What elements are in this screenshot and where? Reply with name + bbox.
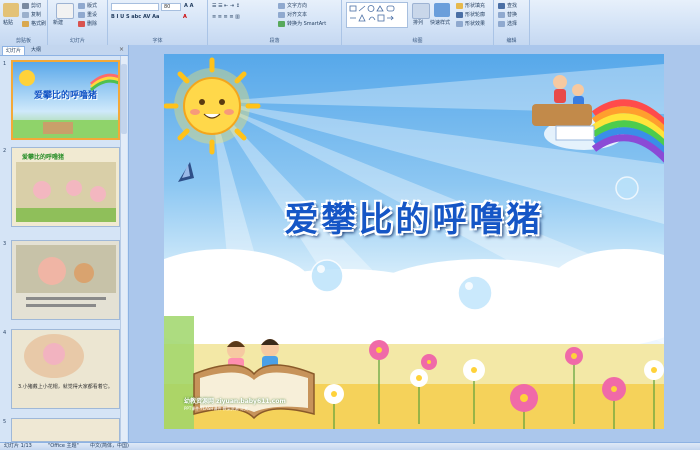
slides-label: 幻灯片 bbox=[69, 38, 85, 44]
align-text-button[interactable]: 对齐文本 bbox=[278, 11, 307, 18]
slide-canvas[interactable]: 爱攀比的呼噜猪 幼教资源网 ziyuan.baby611.com PPT课件·F… bbox=[164, 54, 664, 429]
shapes-gallery[interactable] bbox=[346, 2, 408, 28]
clipboard-group: 粘贴 剪切 复制 格式刷 剪贴板 bbox=[0, 0, 48, 45]
find-icon bbox=[498, 2, 505, 9]
cut-button[interactable]: 剪切 bbox=[22, 2, 41, 9]
thumb-4-art bbox=[24, 334, 84, 378]
thumb-number: 2 bbox=[3, 148, 7, 154]
reset-icon bbox=[78, 11, 85, 18]
format-painter-button[interactable]: 格式刷 bbox=[22, 20, 46, 27]
font-color-icon[interactable]: A bbox=[183, 14, 187, 20]
quick-styles-icon[interactable] bbox=[434, 3, 450, 17]
close-icon[interactable]: × bbox=[119, 46, 124, 53]
quick-styles-button[interactable]: 快速样式 bbox=[430, 19, 450, 26]
effects-icon bbox=[456, 20, 463, 27]
font-size-combo[interactable]: 80 bbox=[161, 3, 181, 11]
copy-button[interactable]: 复制 bbox=[22, 11, 41, 18]
thumb-number: 5 bbox=[3, 419, 7, 425]
shape-effects-button[interactable]: 形状效果 bbox=[456, 20, 485, 27]
delete-icon bbox=[78, 20, 85, 27]
font-label: 字体 bbox=[152, 38, 163, 44]
smartart-icon bbox=[278, 20, 285, 27]
text-direction-icon bbox=[278, 2, 285, 9]
paragraph-label: 段落 bbox=[269, 38, 280, 44]
font-group: 80 A A B I U S abc AV Aa A 字体 bbox=[108, 0, 208, 45]
reset-button[interactable]: 重设 bbox=[78, 11, 97, 18]
smartart-button[interactable]: 转换为 SmartArt bbox=[278, 20, 326, 27]
fill-icon bbox=[456, 2, 463, 9]
new-slide-icon[interactable] bbox=[56, 3, 74, 19]
editing-label: 编辑 bbox=[506, 38, 517, 44]
slides-group: 新建 版式 重设 删除 幻灯片 bbox=[48, 0, 108, 45]
slide-thumb-3[interactable] bbox=[11, 240, 120, 320]
drawing-label: 绘图 bbox=[412, 38, 423, 44]
paragraph-group: ☰ ☰ ⇤ ⇥ ↕ ≡ ≡ ≡ ≡ ▥ 文字方向 对齐文本 转换为 SmartA… bbox=[208, 0, 342, 45]
find-button[interactable]: 查找 bbox=[498, 2, 517, 9]
tab-slides[interactable]: 幻灯片 bbox=[2, 46, 26, 55]
layout-icon bbox=[78, 2, 85, 9]
scissors-icon bbox=[22, 2, 29, 9]
tab-outline[interactable]: 大纲 bbox=[28, 46, 44, 54]
shape-fill-button[interactable]: 形状填充 bbox=[456, 2, 485, 9]
arrange-icon[interactable] bbox=[412, 3, 430, 19]
clipboard-label: 剪贴板 bbox=[15, 38, 31, 44]
thumb-1-title: 爱攀比的呼噜猪 bbox=[33, 91, 97, 101]
thumb-3-art bbox=[16, 245, 116, 307]
paste-icon[interactable] bbox=[3, 3, 19, 17]
thumbnail-scrollbar[interactable] bbox=[120, 56, 127, 441]
font-style-buttons[interactable]: B I U S abc AV Aa bbox=[111, 14, 159, 20]
replace-button[interactable]: 替换 bbox=[498, 11, 517, 18]
slide-thumb-5[interactable] bbox=[11, 418, 120, 442]
drawing-group: 排列 快速样式 形状填充 形状轮廓 形状效果 绘图 bbox=[342, 0, 494, 45]
arrange-button[interactable]: 排列 bbox=[413, 19, 423, 26]
sun-icon bbox=[164, 57, 261, 155]
editing-group: 查找 替换 选择 编辑 bbox=[494, 0, 530, 45]
paste-button[interactable]: 粘贴 bbox=[3, 19, 13, 26]
thumb-4-text: 3.小猪戴上小花帽，就觉得大家都看着它。 bbox=[18, 384, 113, 390]
align-text-icon bbox=[278, 11, 285, 18]
align-buttons[interactable]: ≡ ≡ ≡ ≡ ▥ bbox=[212, 14, 240, 20]
slide-thumb-2[interactable]: 爱攀比的呼噜猪 bbox=[11, 147, 120, 227]
scrollbar-thumb[interactable] bbox=[121, 64, 127, 134]
thumb-number: 3 bbox=[3, 241, 7, 247]
thumb-1-art bbox=[13, 70, 118, 138]
select-button[interactable]: 选择 bbox=[498, 20, 517, 27]
ribbon: 粘贴 剪切 复制 格式刷 剪贴板 新建 版式 重设 删除 幻灯片 80 A A … bbox=[0, 0, 700, 46]
replace-icon bbox=[498, 11, 505, 18]
thumb-number: 1 bbox=[3, 61, 7, 67]
slide-thumbnail-pane: 幻灯片 大纲 × 1 爱攀比的呼噜猪 2 爱攀比的呼噜猪 3 4 3.小猪戴上小… bbox=[0, 45, 129, 442]
pane-tabs: 幻灯片 大纲 × bbox=[0, 45, 128, 56]
watermark-subcaption: PPT课件·FLASH课件·教案资源·论文 bbox=[184, 406, 248, 411]
shape-outline-button[interactable]: 形状轮廓 bbox=[456, 11, 485, 18]
new-slide-button[interactable]: 新建 bbox=[53, 19, 63, 26]
thumb-2-title: 爱攀比的呼噜猪 bbox=[22, 154, 65, 161]
slide-thumb-1[interactable]: 爱攀比的呼噜猪 bbox=[11, 60, 120, 140]
copy-icon bbox=[22, 11, 29, 18]
slide-thumb-4[interactable]: 3.小猪戴上小花帽，就觉得大家都看着它。 bbox=[11, 329, 120, 409]
list-buttons[interactable]: ☰ ☰ ⇤ ⇥ ↕ bbox=[212, 3, 240, 9]
thumb-number: 4 bbox=[3, 330, 7, 336]
slide-title[interactable]: 爱攀比的呼噜猪 bbox=[164, 192, 664, 241]
select-icon bbox=[498, 20, 505, 27]
text-direction-button[interactable]: 文字方向 bbox=[278, 2, 307, 9]
layout-button[interactable]: 版式 bbox=[78, 2, 97, 9]
delete-button[interactable]: 删除 bbox=[78, 20, 97, 27]
brush-icon bbox=[22, 20, 29, 27]
grow-font-icon[interactable]: A A bbox=[184, 3, 193, 9]
watermark-caption: 幼教资源网 ziyuan.baby611.com bbox=[184, 398, 286, 405]
outline-icon bbox=[456, 11, 463, 18]
slide-background-art bbox=[164, 57, 664, 429]
shapes-icon bbox=[349, 5, 395, 22]
rocket-icon bbox=[178, 162, 194, 182]
font-name-combo[interactable] bbox=[111, 3, 159, 11]
